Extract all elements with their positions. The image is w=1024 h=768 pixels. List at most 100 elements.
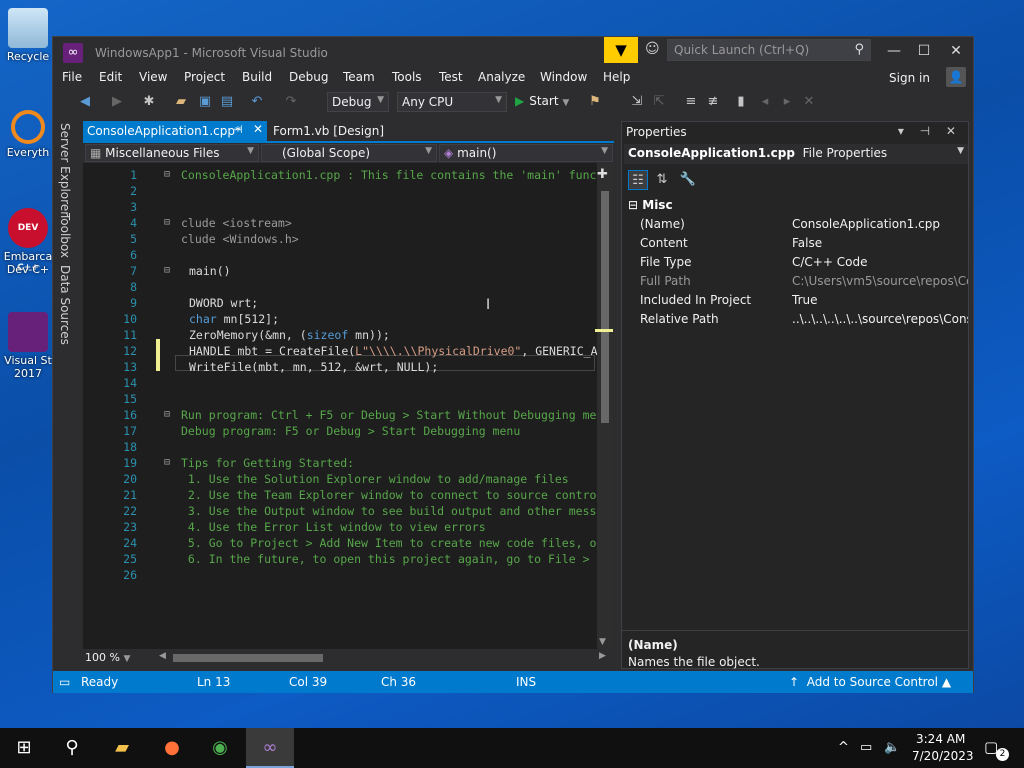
forward-icon[interactable]: ▶ [109, 94, 125, 110]
next-bookmark-icon[interactable]: ▸ [779, 94, 795, 110]
code-line[interactable]: 7 ⊟ main() [83, 263, 613, 279]
code-line[interactable]: 3 [83, 199, 613, 215]
fold-icon[interactable]: ⊟ [164, 455, 170, 471]
code-line[interactable]: 21 2. Use the Team Explorer window to co… [83, 487, 613, 503]
code-editor[interactable]: 1 ⊟ ConsoleApplication1.cpp : This file co… [83, 163, 613, 649]
horizontal-scroll-thumb[interactable] [173, 654, 323, 662]
menu-debug[interactable]: Debug [289, 70, 328, 84]
code-line[interactable]: 13 WriteFile(mbt, mn, 512, &wrt, NULL); [83, 359, 613, 375]
close-tab-icon[interactable]: ✕ [253, 122, 263, 136]
desktop-icon-visual-studio[interactable]: Visual St 2017 [0, 312, 56, 380]
step-over-icon[interactable]: ⇱ [651, 94, 667, 110]
tab-server-explorer[interactable]: Server Explorer [58, 123, 72, 216]
categorized-icon[interactable]: ☷ [628, 170, 648, 190]
fold-icon[interactable]: ⊟ [164, 167, 170, 183]
property-row[interactable]: Relative Path ..\..\..\..\..\..\source\re… [624, 310, 968, 329]
step-icon[interactable]: ⇲ [629, 94, 645, 110]
comment-icon[interactable]: ≡ [683, 94, 699, 110]
scroll-thumb[interactable] [601, 191, 609, 423]
code-line[interactable]: 24 5. Go to Project > Add New Item to cr… [83, 535, 613, 551]
prev-bookmark-icon[interactable]: ◂ [757, 94, 773, 110]
property-value[interactable]: ConsoleApplication1.cpp [792, 217, 968, 231]
code-line[interactable]: 5 clude <Windows.h> [83, 231, 613, 247]
code-line[interactable]: 17 Debug program: F5 or Debug > Start Deb… [83, 423, 613, 439]
menu-view[interactable]: View [139, 70, 167, 84]
code-line[interactable]: 2 [83, 183, 613, 199]
open-file-icon[interactable]: ▰ [173, 94, 189, 110]
bookmark-icon[interactable]: ▮ [733, 94, 749, 110]
code-line[interactable]: 14 [83, 375, 613, 391]
code-line[interactable]: 10 char mn[512]; [83, 311, 613, 327]
solution-configuration-select[interactable]: Debug ▼ [327, 92, 389, 112]
code-line[interactable]: 23 4. Use the Error List window to view … [83, 519, 613, 535]
code-line[interactable]: 9 DWORD wrt; [83, 295, 613, 311]
close-button[interactable]: ✕ [941, 39, 971, 63]
uncomment-icon[interactable]: ≢ [705, 94, 721, 110]
clock-date[interactable]: 7/20/2023 [912, 749, 974, 763]
menu-test[interactable]: Test [439, 70, 463, 84]
property-value[interactable]: False [792, 236, 968, 250]
code-line[interactable]: 8 [83, 279, 613, 295]
property-value[interactable]: C/C++ Code [792, 255, 968, 269]
alphabetical-icon[interactable]: ⇅ [652, 170, 672, 190]
menu-help[interactable]: Help [603, 70, 630, 84]
editor-vertical-scrollbar[interactable]: ✚ ▼ [595, 163, 613, 649]
tab-consoleapplication1-cpp[interactable]: ConsoleApplication1.cpp* ⊣ ✕ [83, 121, 267, 141]
object-selector[interactable]: ConsoleApplication1.cpp File Properties … [624, 144, 968, 164]
tab-toolbox[interactable]: Toolbox [58, 213, 72, 258]
code-line[interactable]: 19 ⊟ Tips for Getting Started: [83, 455, 613, 471]
property-row[interactable]: File Type C/C++ Code [624, 253, 968, 272]
code-line[interactable]: 4 ⊟ clude <iostream> [83, 215, 613, 231]
tab-form1-design[interactable]: Form1.vb [Design] [273, 124, 384, 138]
menu-tools[interactable]: Tools [392, 70, 422, 84]
scroll-down-icon[interactable]: ▼ [599, 637, 606, 647]
panel-controls[interactable]: ▾ ⊣ ✕ [898, 124, 962, 138]
taskbar-file-explorer[interactable]: ▰ [98, 728, 146, 768]
sign-in-link[interactable]: Sign in [889, 71, 930, 85]
taskbar-chrome[interactable]: ◉ [196, 728, 244, 768]
desktop-icon-devcpp[interactable]: DEV C++ Embarca Dev-C+ [0, 208, 56, 276]
clock-time[interactable]: 3:24 AM [916, 732, 965, 746]
code-line[interactable]: 11 ZeroMemory(&mn, (sizeof mn)); [83, 327, 613, 343]
menu-edit[interactable]: Edit [99, 70, 122, 84]
new-project-icon[interactable]: ✱ [141, 94, 157, 110]
property-value[interactable]: ..\..\..\..\..\..\source\repos\Conso [792, 312, 968, 326]
tray-overflow-icon[interactable]: ^ [838, 740, 849, 755]
fold-icon[interactable]: ⊟ [164, 407, 170, 423]
save-icon[interactable]: ▣ [197, 94, 213, 110]
pin-icon[interactable]: ⊣ [233, 123, 243, 136]
volume-muted-icon[interactable]: 🔈 [884, 740, 900, 755]
desktop-icon-everything[interactable]: Everyth [0, 110, 56, 159]
property-row[interactable]: (Name) ConsoleApplication1.cpp [624, 215, 968, 234]
back-icon[interactable]: ◀ [77, 94, 93, 110]
code-line[interactable]: 22 3. Use the Output window to see build… [83, 503, 613, 519]
add-to-source-control-button[interactable]: ↑ Add to Source Control ▲ [789, 675, 951, 689]
zoom-select[interactable]: 100 % ▼ [85, 651, 149, 665]
member-dropdown[interactable]: ◈ main() ▼ [439, 144, 613, 162]
menu-build[interactable]: Build [242, 70, 272, 84]
code-line[interactable]: 20 1. Use the Solution Explorer window t… [83, 471, 613, 487]
code-line[interactable]: 6 [83, 247, 613, 263]
filter-icon[interactable]: ▼ [604, 37, 638, 63]
save-all-icon[interactable]: ▤ [219, 94, 235, 110]
category-misc[interactable]: ⊟ Misc [624, 196, 968, 215]
desktop-icon-recycle-bin[interactable]: Recycle [0, 8, 56, 63]
property-pages-icon[interactable]: 🔧 [678, 170, 698, 190]
code-line[interactable]: 18 [83, 439, 613, 455]
code-line[interactable]: 15 [83, 391, 613, 407]
browser-link-icon[interactable]: ⚑ [587, 94, 603, 110]
property-value[interactable]: C:\Users\vm5\source\repos\Con [792, 274, 968, 288]
menu-team[interactable]: Team [343, 70, 375, 84]
property-row[interactable]: Content False [624, 234, 968, 253]
menu-project[interactable]: Project [184, 70, 225, 84]
menu-window[interactable]: Window [540, 70, 587, 84]
property-row[interactable]: Included In Project True [624, 291, 968, 310]
redo-icon[interactable]: ↷ [283, 94, 299, 110]
start-debugging-button[interactable]: ▶ Start ▼ [515, 94, 569, 108]
tab-data-sources[interactable]: Data Sources [58, 265, 72, 345]
menu-analyze[interactable]: Analyze [478, 70, 525, 84]
solution-platform-select[interactable]: Any CPU ▼ [397, 92, 507, 112]
code-line[interactable]: 12 HANDLE mbt = CreateFile(L"\\\\.\\Physi… [83, 343, 613, 359]
feedback-icon[interactable]: ☺ [645, 41, 663, 59]
menu-file[interactable]: File [62, 70, 82, 84]
